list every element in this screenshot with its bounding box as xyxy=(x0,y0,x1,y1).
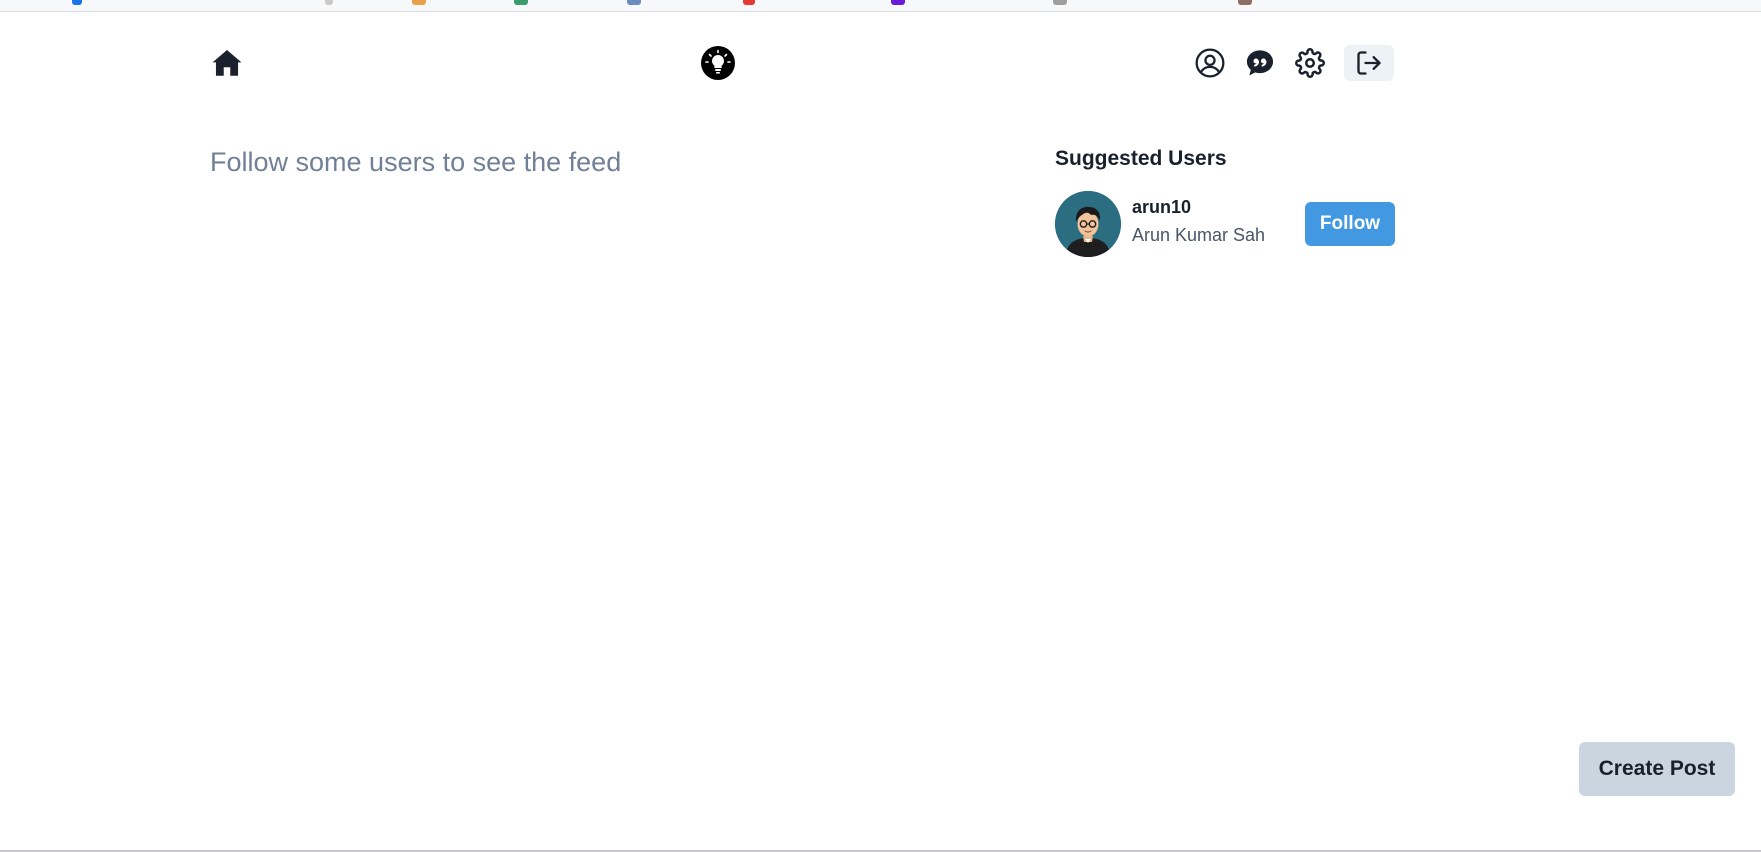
bookmark-icon[interactable] xyxy=(891,0,905,5)
browser-bookmarks-strip xyxy=(0,0,1761,12)
nav-actions xyxy=(1194,44,1394,82)
suggested-username[interactable]: arun10 xyxy=(1132,197,1191,218)
home-button[interactable] xyxy=(210,46,244,80)
avatar[interactable] xyxy=(1055,191,1121,257)
settings-button[interactable] xyxy=(1294,47,1326,79)
user-circle-icon xyxy=(1195,48,1225,78)
bookmark-icon[interactable] xyxy=(412,0,426,5)
suggested-users-panel: Suggested Users arun10 Arun Kumar Sah Fo… xyxy=(1055,147,1395,257)
lightbulb-icon xyxy=(701,46,735,80)
bookmark-icon[interactable] xyxy=(325,0,333,5)
chat-quote-icon xyxy=(1246,50,1274,76)
page: Follow some users to see the feed Sugges… xyxy=(0,0,1761,852)
suggested-user-row: arun10 Arun Kumar Sah Follow xyxy=(1055,191,1395,257)
create-post-button[interactable]: Create Post xyxy=(1579,742,1735,796)
top-navbar xyxy=(210,40,1394,84)
bookmark-icon[interactable] xyxy=(743,0,755,5)
bookmark-icon[interactable] xyxy=(1238,0,1252,5)
follow-button[interactable]: Follow xyxy=(1305,202,1395,246)
bookmark-icon[interactable] xyxy=(72,0,82,5)
chat-button[interactable] xyxy=(1244,47,1276,79)
gear-icon xyxy=(1295,48,1325,78)
profile-button[interactable] xyxy=(1194,47,1226,79)
logout-button[interactable] xyxy=(1344,45,1394,81)
bookmark-icon[interactable] xyxy=(627,0,641,5)
bookmark-icon[interactable] xyxy=(514,0,528,5)
home-icon xyxy=(212,49,242,76)
avatar-illustration xyxy=(1055,191,1121,257)
suggested-full-name: Arun Kumar Sah xyxy=(1132,225,1266,245)
bookmark-icon[interactable] xyxy=(1053,0,1067,5)
logout-icon xyxy=(1357,51,1381,75)
empty-feed-message: Follow some users to see the feed xyxy=(210,147,622,177)
suggested-users-title: Suggested Users xyxy=(1055,147,1227,170)
logo-toggle-button[interactable] xyxy=(700,45,736,81)
